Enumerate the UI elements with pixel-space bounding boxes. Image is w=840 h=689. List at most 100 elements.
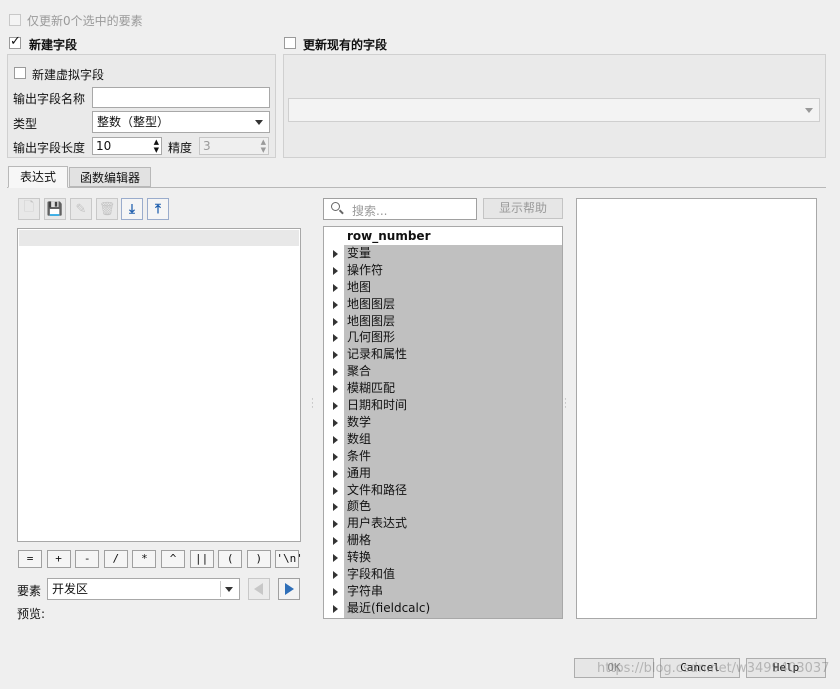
chevron-down-icon — [255, 120, 263, 125]
expand-arrow-icon[interactable] — [333, 452, 338, 461]
expand-arrow-icon[interactable] — [333, 351, 338, 360]
spin-arrows-icon[interactable]: ▲ ▼ — [154, 138, 159, 154]
only-selected-checkbox[interactable] — [9, 14, 21, 26]
expand-arrow-icon[interactable] — [333, 283, 338, 292]
tree-item[interactable]: 地图图层 — [324, 313, 562, 330]
new-field-checkbox[interactable] — [9, 34, 21, 49]
expression-editor[interactable] — [17, 228, 301, 542]
expand-arrow-icon[interactable] — [333, 385, 338, 394]
update-field-select[interactable] — [288, 98, 820, 122]
splitter-handle-icon[interactable]: · · · — [311, 396, 314, 413]
tree-item[interactable]: 聚合 — [324, 363, 562, 380]
field-length-label: 输出字段长度 — [13, 141, 86, 155]
field-length-value: 10 — [96, 139, 112, 153]
tree-item[interactable]: 最近(fieldcalc) — [324, 600, 562, 617]
tree-item[interactable]: 操作符 — [324, 262, 562, 279]
expand-arrow-icon[interactable] — [333, 334, 338, 343]
tree-item-label: 字符串 — [347, 583, 384, 598]
expand-arrow-icon[interactable] — [333, 300, 338, 309]
tab-function-editor[interactable]: 函数编辑器 — [69, 167, 151, 187]
tree-item-label: 变量 — [347, 245, 372, 260]
tree-item[interactable]: 转换 — [324, 549, 562, 566]
field-name-label: 输出字段名称 — [13, 92, 86, 106]
expand-arrow-icon[interactable] — [333, 435, 338, 444]
type-select[interactable]: 整数（整型） — [92, 111, 270, 133]
operator-button[interactable]: ^ — [161, 550, 185, 568]
tree-item[interactable]: 数组 — [324, 431, 562, 448]
save-icon[interactable]: 💾 — [44, 198, 66, 220]
tree-item-label: 栅格 — [347, 533, 372, 548]
tab-expression[interactable]: 表达式 — [8, 166, 68, 188]
expand-arrow-icon[interactable] — [333, 503, 338, 512]
expand-arrow-icon[interactable] — [333, 571, 338, 579]
tree-item[interactable]: 日期和时间 — [324, 397, 562, 414]
operator-button[interactable]: '\n' — [275, 550, 303, 568]
operator-button[interactable]: || — [189, 550, 214, 568]
tree-item[interactable]: 地图 — [324, 279, 562, 296]
operator-button[interactable]: * — [132, 550, 157, 568]
feature-select[interactable]: 开发区 — [47, 578, 240, 600]
expand-arrow-icon[interactable] — [333, 486, 338, 495]
tree-item[interactable]: 条件 — [324, 448, 562, 465]
new-file-icon[interactable]: 🗋 — [18, 198, 40, 220]
tree-item[interactable]: 字段和值 — [324, 566, 562, 583]
help-button[interactable]: Help — [746, 658, 826, 678]
tree-item[interactable]: 字符串 — [324, 583, 562, 600]
tree-item[interactable]: 数学 — [324, 414, 562, 431]
tree-item-label: 通用 — [347, 465, 372, 480]
splitter-handle-icon[interactable]: · · · — [564, 396, 567, 413]
tree-item[interactable]: row_number — [324, 228, 562, 245]
tree-item[interactable]: 文件和路径 — [324, 482, 562, 499]
expand-arrow-icon[interactable] — [333, 587, 338, 596]
show-help-button[interactable]: 显示帮助 — [483, 198, 563, 219]
export-icon[interactable]: ⤒ — [147, 198, 169, 220]
expand-arrow-icon[interactable] — [333, 537, 338, 546]
search-input[interactable]: 搜索... — [323, 198, 477, 220]
expand-arrow-icon[interactable] — [333, 317, 338, 326]
search-icon-handle — [339, 209, 344, 215]
virtual-field-checkbox[interactable] — [14, 67, 26, 79]
field-name-input[interactable] — [92, 87, 270, 108]
tree-item[interactable]: 几何图形 — [324, 329, 562, 346]
operator-button[interactable]: = — [18, 550, 42, 568]
tree-item[interactable]: 通用 — [324, 465, 562, 482]
ok-button[interactable]: OK — [574, 658, 654, 678]
tree-item-label: 文件和路径 — [347, 482, 408, 497]
tree-item[interactable]: 颜色 — [324, 498, 562, 515]
tree-item-label: 数组 — [347, 431, 372, 446]
next-feature-button[interactable] — [278, 578, 300, 600]
expand-arrow-icon[interactable] — [333, 266, 338, 275]
tree-item[interactable]: 变量 — [324, 245, 562, 262]
tree-item[interactable]: 栅格 — [324, 532, 562, 549]
expand-arrow-icon[interactable] — [333, 520, 338, 529]
tree-item[interactable]: 地图图层 — [324, 296, 562, 313]
expand-arrow-icon[interactable] — [333, 418, 338, 427]
expand-arrow-icon[interactable] — [333, 402, 338, 410]
only-selected-label: 仅更新0个选中的要素 — [27, 14, 143, 28]
expand-arrow-icon[interactable] — [333, 554, 338, 563]
previous-feature-button[interactable] — [248, 578, 270, 600]
expand-arrow-icon[interactable] — [333, 469, 338, 478]
operator-button[interactable]: ( — [218, 550, 243, 568]
help-panel — [576, 198, 817, 619]
operator-button[interactable]: - — [75, 550, 100, 568]
tree-item[interactable]: 用户表达式 — [324, 515, 562, 532]
expand-arrow-icon[interactable] — [333, 368, 338, 377]
precision-spinbox[interactable]: 3 ▲ ▼ — [199, 137, 269, 155]
operator-button[interactable]: ) — [246, 550, 271, 568]
tree-item[interactable]: 模糊匹配 — [324, 380, 562, 397]
field-length-spinbox[interactable]: 10 ▲ ▼ — [92, 137, 162, 155]
tree-item[interactable]: 记录和属性 — [324, 346, 562, 363]
expand-arrow-icon[interactable] — [333, 249, 338, 258]
edit-icon[interactable]: ✎ — [70, 198, 92, 220]
operator-button[interactable]: / — [103, 550, 128, 568]
load-icon[interactable]: ⤓ — [121, 198, 143, 220]
update-field-checkbox[interactable] — [284, 37, 296, 49]
function-list[interactable]: row_number 变量 操作符 地图 地图图层 地图图层 几何图形 记录和属性 聚合 模糊匹配… — [323, 226, 563, 619]
spin-arrows-icon[interactable]: ▲ ▼ — [261, 138, 266, 154]
tree-item-label: 最近(fieldcalc) — [347, 600, 431, 615]
operator-button[interactable]: + — [46, 550, 71, 568]
delete-icon[interactable]: 🗑 — [96, 198, 118, 220]
expand-arrow-icon[interactable] — [333, 604, 338, 613]
cancel-button[interactable]: Cancel — [660, 658, 740, 678]
